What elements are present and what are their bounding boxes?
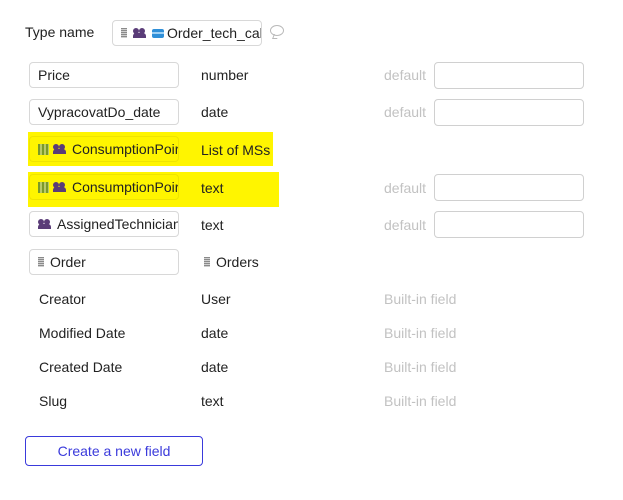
builtin-field-type: date [201, 359, 229, 375]
field-name-label: ConsumptionPoir [72, 141, 179, 157]
create-new-field-button[interactable]: Create a new field [25, 436, 203, 466]
field-name-order[interactable]: Order [29, 249, 179, 275]
type-name-value: Order_tech_cal [167, 25, 262, 41]
field-type: date [201, 104, 229, 120]
users-icon [133, 28, 147, 38]
field-name-label: AssignedTechnician [57, 216, 179, 232]
field-name-label: Price [38, 67, 70, 83]
field-name-price[interactable]: Price [29, 62, 179, 88]
document-icon [38, 257, 44, 267]
builtin-field-name: Slug [39, 393, 68, 409]
default-label: default [384, 180, 427, 196]
field-name-assigned-technician[interactable]: AssignedTechnician [29, 211, 179, 237]
users-icon [53, 182, 67, 192]
building-icon [38, 181, 49, 193]
builtin-field-name: Created Date [39, 359, 123, 375]
field-type: Orders [204, 254, 259, 270]
type-name-input[interactable]: Order_tech_cal [112, 20, 262, 46]
field-type: List of MSs [201, 142, 271, 158]
builtin-field-name: Creator [39, 291, 86, 307]
document-icon [204, 257, 210, 267]
builtin-field-type: User [201, 291, 231, 307]
users-icon [53, 144, 67, 154]
builtin-field-type: date [201, 325, 229, 341]
default-label: default [384, 67, 427, 83]
field-name-vypracovatdo-date[interactable]: VypracovatDo_date [29, 99, 179, 125]
comment-icon[interactable] [270, 25, 284, 36]
field-type: number [201, 67, 249, 83]
builtin-field-note: Built-in field [384, 291, 457, 307]
building-icon [38, 143, 49, 155]
field-type: text [201, 180, 224, 196]
default-label: default [384, 217, 427, 233]
card-icon [152, 28, 164, 38]
builtin-field-note: Built-in field [384, 325, 457, 341]
field-name-label: VypracovatDo_date [38, 104, 161, 120]
default-label: default [384, 104, 427, 120]
builtin-field-name: Modified Date [39, 325, 126, 341]
default-input[interactable] [434, 211, 584, 238]
default-input[interactable] [434, 174, 584, 201]
default-input[interactable] [434, 99, 584, 126]
users-icon [38, 219, 52, 229]
type-name-label: Type name [25, 24, 95, 40]
field-name-label: ConsumptionPoir [72, 179, 179, 195]
field-name-consumption-text[interactable]: ConsumptionPoir [29, 174, 179, 200]
builtin-field-type: text [201, 393, 224, 409]
field-type: text [201, 217, 224, 233]
field-name-label: Order [50, 254, 86, 270]
builtin-field-note: Built-in field [384, 359, 457, 375]
default-input[interactable] [434, 62, 584, 89]
builtin-field-note: Built-in field [384, 393, 457, 409]
field-name-consumption-list[interactable]: ConsumptionPoir [29, 136, 179, 162]
document-icon [121, 28, 127, 38]
field-type-label: Orders [216, 254, 259, 270]
